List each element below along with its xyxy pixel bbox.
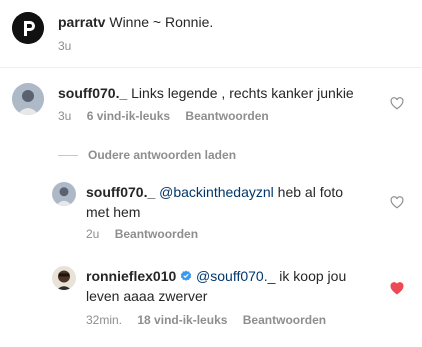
caption-username[interactable]: parratv <box>58 14 105 30</box>
reply-text-line2: met hem <box>86 204 141 220</box>
load-older-line <box>58 155 78 156</box>
reply-mention[interactable]: @backinthedayznl <box>159 184 274 200</box>
reply-meta: 32min. 18 vind-ik-leuks Beantwoorden <box>86 313 326 327</box>
parratv-logo-icon <box>12 12 44 44</box>
reply-text-block: ronnieflex010 @souff070._ ik koop jou le… <box>86 266 386 306</box>
reply-meta: 2u Beantwoorden <box>86 227 198 241</box>
caption-text: Winne ~ Ronnie. <box>109 14 214 30</box>
reply-reply-button[interactable]: Beantwoorden <box>115 227 198 241</box>
reply-likes[interactable]: 18 vind-ik-leuks <box>137 313 227 327</box>
comment-avatar[interactable] <box>12 83 44 115</box>
load-older-replies-button[interactable]: Oudere antwoorden laden <box>88 148 236 162</box>
comment-time: 3u <box>58 109 72 123</box>
caption-time: 3u <box>58 39 72 53</box>
reply-reply-button[interactable]: Beantwoorden <box>243 313 326 327</box>
reply-time: 32min. <box>86 313 123 327</box>
comment-line: souff070._ Links legende , rechts kanker… <box>58 83 354 103</box>
reply-avatar[interactable] <box>52 182 76 206</box>
caption-avatar[interactable] <box>12 12 44 44</box>
comment-text: Links legende , rechts kanker junkie <box>131 85 354 101</box>
comment-meta: 3u 6 vind-ik-leuks Beantwoorden <box>58 109 269 123</box>
reply-text-line2: leven aaaa zwerver <box>86 288 208 304</box>
reply-username[interactable]: souff070._ <box>86 184 155 200</box>
reply-time: 2u <box>86 227 100 241</box>
caption-divider <box>0 67 422 68</box>
verified-badge-icon <box>180 270 192 281</box>
comment-reply-button[interactable]: Beantwoorden <box>185 109 268 123</box>
comment-username[interactable]: souff070._ <box>58 85 127 101</box>
caption-line: parratv Winne ~ Ronnie. <box>58 12 213 32</box>
avatar-photo-icon <box>12 83 44 115</box>
reply-mention[interactable]: @souff070._ <box>196 268 275 284</box>
reply-text-line1: ik koop jou <box>279 268 347 284</box>
heart-filled-icon[interactable] <box>390 282 404 295</box>
reply-username[interactable]: ronnieflex010 <box>86 268 176 284</box>
reply-text-line1: heb al foto <box>277 184 344 200</box>
avatar-photo-icon <box>52 182 76 206</box>
heart-outline-icon[interactable] <box>390 196 404 209</box>
heart-outline-icon[interactable] <box>390 97 404 110</box>
comment-likes[interactable]: 6 vind-ik-leuks <box>87 109 170 123</box>
reply-text-block: souff070._ @backinthedayznl heb al foto … <box>86 182 386 222</box>
avatar-photo-icon <box>52 266 76 290</box>
reply-avatar[interactable] <box>52 266 76 290</box>
